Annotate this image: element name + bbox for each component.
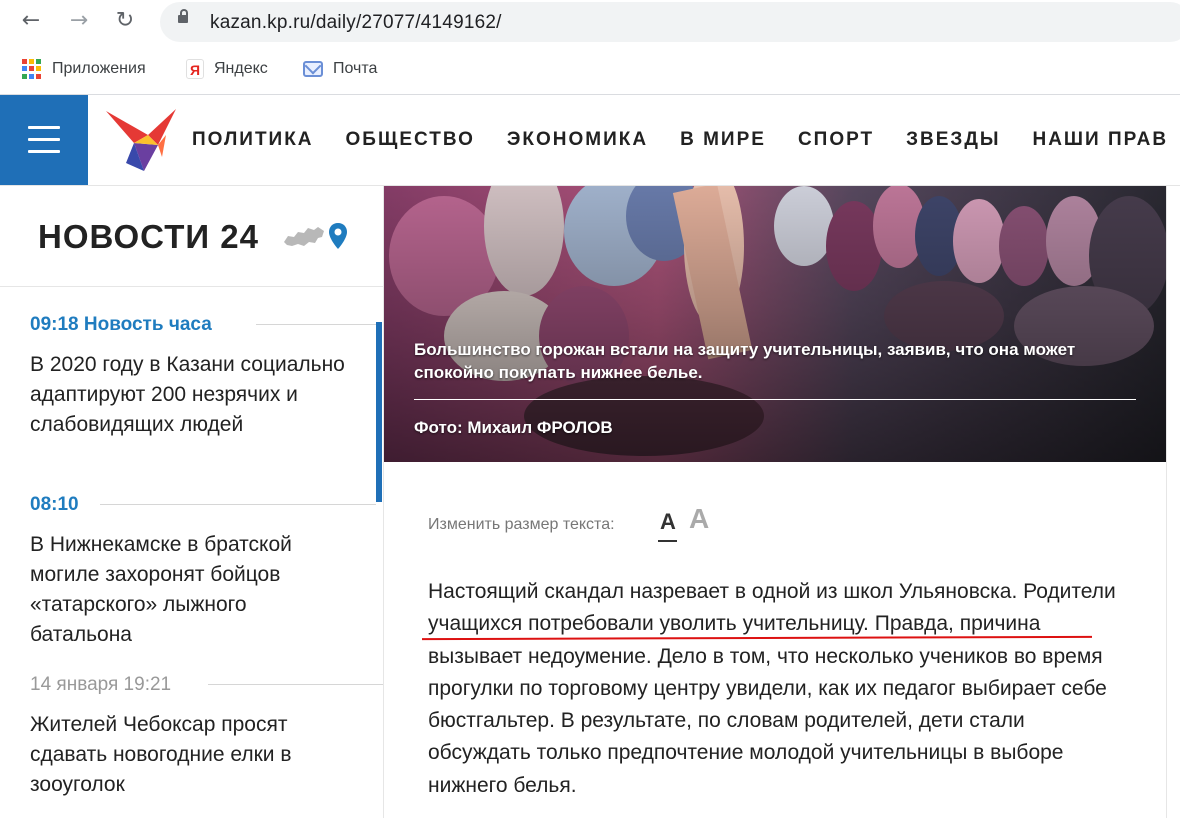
forward-arrow-icon[interactable]: →: [66, 8, 92, 34]
browser-toolbar: ← → ↻ kazan.kp.ru/daily/27077/4149162/: [0, 0, 1180, 44]
nav-item-v-mire[interactable]: В МИРЕ: [680, 129, 766, 151]
russia-map-icon: [284, 227, 324, 246]
caption-divider: [414, 399, 1136, 400]
hamburger-icon: [28, 126, 60, 129]
news-time: 14 января 19:21: [30, 674, 172, 695]
news-time: 09:18 Новость часа: [30, 314, 212, 335]
bookmark-mail[interactable]: Почта: [303, 58, 377, 80]
article-body: Настоящий скандал назревает в одной из ш…: [428, 580, 1116, 797]
nav-item-politika[interactable]: ПОЛИТИКА: [192, 129, 314, 151]
address-bar[interactable]: kazan.kp.ru/daily/27077/4149162/: [160, 2, 1180, 42]
nav-item-sport[interactable]: СПОРТ: [798, 129, 874, 151]
kp-bird-logo-icon[interactable]: [104, 105, 178, 175]
top-navigation: ПОЛИТИКА ОБЩЕСТВО ЭКОНОМИКА В МИРЕ СПОРТ…: [192, 129, 1180, 151]
hamburger-line: [28, 150, 60, 153]
page-margin: [1167, 186, 1180, 818]
bookmark-label: Почта: [333, 60, 378, 77]
photo-caption: Большинство горожан встали на защиту учи…: [414, 340, 1076, 382]
news-time: 08:10: [30, 494, 79, 515]
sidebar-title[interactable]: НОВОСТИ 24: [38, 218, 259, 256]
bookmark-label: Яндекс: [214, 60, 268, 77]
nav-item-zvezdy[interactable]: ЗВЕЗДЫ: [906, 129, 1000, 151]
location-pin-icon: [329, 223, 347, 249]
bookmark-yandex[interactable]: Я Яндекс: [186, 58, 268, 80]
site-header: ПОЛИТИКА ОБЩЕСТВО ЭКОНОМИКА В МИРЕ СПОРТ…: [0, 95, 1180, 186]
font-size-label: Изменить размер текста:: [428, 516, 615, 533]
news-headline-link[interactable]: В 2020 году в Казани социально адаптирую…: [30, 350, 350, 440]
news-headline-link[interactable]: В Нижнекамске в братской могиле захороня…: [30, 530, 350, 650]
nav-item-obshestvo[interactable]: ОБЩЕСТВО: [346, 129, 475, 151]
nav-item-nashi-prava[interactable]: НАШИ ПРАВ: [1032, 129, 1168, 151]
hamburger-line: [28, 138, 60, 141]
mail-icon: [303, 61, 323, 77]
yandex-icon: Я: [186, 59, 204, 79]
bookmark-apps[interactable]: Приложения: [22, 58, 146, 80]
news-headline-link[interactable]: Жителей Чебоксар просят сдавать новогодн…: [30, 710, 350, 800]
bookmark-label: Приложения: [52, 60, 146, 77]
divider: [0, 286, 383, 287]
back-arrow-icon[interactable]: ←: [18, 8, 44, 34]
font-size-active-indicator: [658, 540, 677, 542]
url-text[interactable]: kazan.kp.ru/daily/27077/4149162/: [210, 12, 502, 34]
divider: [100, 504, 376, 505]
scrollbar[interactable]: [376, 322, 382, 502]
photo-credit: Фото: Михаил ФРОЛОВ: [414, 418, 613, 437]
font-size-large-button[interactable]: A: [689, 503, 709, 535]
bookmarks-bar: Приложения Я Яндекс Почта: [0, 44, 1180, 95]
menu-button[interactable]: [0, 95, 88, 185]
reload-icon[interactable]: ↻: [112, 8, 138, 34]
lock-icon: [178, 9, 188, 23]
news-sidebar: НОВОСТИ 24 09:18 Новость часа В 2020 год…: [0, 186, 384, 818]
divider: [256, 324, 376, 325]
font-size-small-button[interactable]: A: [660, 509, 676, 535]
nav-item-ekonomika[interactable]: ЭКОНОМИКА: [507, 129, 648, 151]
divider: [208, 684, 383, 685]
article-photo[interactable]: Большинство горожан встали на защиту учи…: [384, 186, 1166, 462]
apps-grid-icon: [22, 59, 42, 79]
article-main: Большинство горожан встали на защиту учи…: [384, 186, 1167, 818]
